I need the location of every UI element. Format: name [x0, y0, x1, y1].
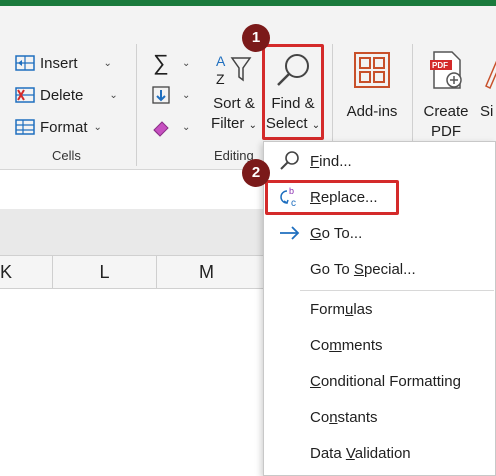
insert-cells-icon: [15, 55, 35, 71]
menu-item-label: Go To Special...: [310, 260, 416, 278]
delete-label: Delete: [40, 86, 84, 104]
find-select-highlight: [262, 44, 324, 140]
column-header-m[interactable]: M: [156, 256, 256, 288]
menu-item-conditional-formatting[interactable]: Conditional Formatting: [264, 364, 495, 398]
menu-item-label: Data Validation: [310, 444, 411, 462]
format-button[interactable]: Format ⌄: [14, 116, 102, 138]
replace-highlight: [265, 180, 399, 215]
chevron-down-icon: ⌄: [93, 121, 102, 133]
menu-item-label: Formulas: [310, 300, 373, 318]
menu-separator: [300, 290, 494, 291]
menu-item-label: Go To...: [310, 224, 363, 242]
format-cells-icon: [15, 119, 35, 135]
delete-button[interactable]: Delete ⌄: [14, 84, 118, 106]
menu-item-label: Find...: [310, 152, 352, 170]
eraser-icon: [153, 121, 169, 137]
add-ins-button[interactable]: Add-ins: [340, 50, 404, 122]
create-pdf-label-line2: PDF: [431, 123, 461, 140]
menu-item-go-to[interactable]: Go To...: [264, 216, 495, 250]
search-icon: [280, 151, 299, 170]
column-header-l[interactable]: L: [52, 256, 156, 288]
arrow-right-icon: [280, 226, 300, 240]
menu-item-formulas[interactable]: Formulas: [264, 292, 495, 326]
chevron-down-icon: ⌄: [103, 57, 112, 69]
step-badge-2: 2: [242, 159, 270, 187]
pen-icon: [485, 60, 496, 90]
cells-group-label: Cells: [52, 148, 81, 163]
menu-item-find[interactable]: Find...: [264, 144, 495, 178]
sign-label-partial: Si: [480, 103, 494, 120]
sign-button-partial[interactable]: Si: [480, 50, 496, 122]
sort-filter-button[interactable]: A Z Sort & Filter ⌄: [206, 50, 262, 136]
add-ins-icon: [354, 52, 390, 88]
menu-item-comments[interactable]: Comments: [264, 328, 495, 362]
svg-text:Z: Z: [216, 71, 225, 87]
group-divider: [136, 44, 137, 166]
column-header-k[interactable]: K: [0, 256, 52, 288]
add-ins-label: Add-ins: [346, 103, 398, 120]
sort-filter-label-line1: Sort &: [213, 95, 255, 112]
sort-filter-label-line2: Filter ⌄: [211, 115, 257, 132]
menu-item-label: Conditional Formatting: [310, 372, 461, 390]
chevron-down-icon: ⌄: [182, 121, 191, 133]
clear-button[interactable]: ⌄: [150, 116, 190, 138]
menu-item-data-validation[interactable]: Data Validation: [264, 436, 495, 470]
svg-text:A: A: [216, 53, 226, 69]
format-label: Format: [40, 118, 88, 136]
pdf-icon: PDF: [430, 51, 462, 89]
sigma-icon: ∑: [153, 50, 169, 75]
autosum-button[interactable]: ∑ ⌄: [150, 52, 190, 74]
insert-button[interactable]: Insert ⌄: [14, 52, 112, 74]
chevron-down-icon: ⌄: [182, 57, 191, 69]
chevron-down-icon: ⌄: [182, 89, 191, 101]
menu-item-label: Constants: [310, 408, 378, 426]
menu-item-go-to-special[interactable]: Go To Special...: [264, 252, 495, 286]
menu-item-label: Comments: [310, 336, 383, 354]
delete-cells-icon: [15, 87, 35, 103]
menu-item-constants[interactable]: Constants: [264, 400, 495, 434]
create-pdf-label-line1: Create: [423, 103, 469, 120]
step-badge-1: 1: [242, 24, 270, 52]
pdf-badge-text: PDF: [432, 61, 448, 70]
chevron-down-icon: ⌄: [109, 89, 118, 101]
create-pdf-button[interactable]: PDF Create PDF: [418, 50, 474, 142]
fill-down-icon: [152, 86, 170, 104]
fill-button[interactable]: ⌄: [150, 84, 190, 106]
sort-filter-icon: A Z: [216, 53, 252, 87]
insert-label: Insert: [40, 54, 78, 72]
